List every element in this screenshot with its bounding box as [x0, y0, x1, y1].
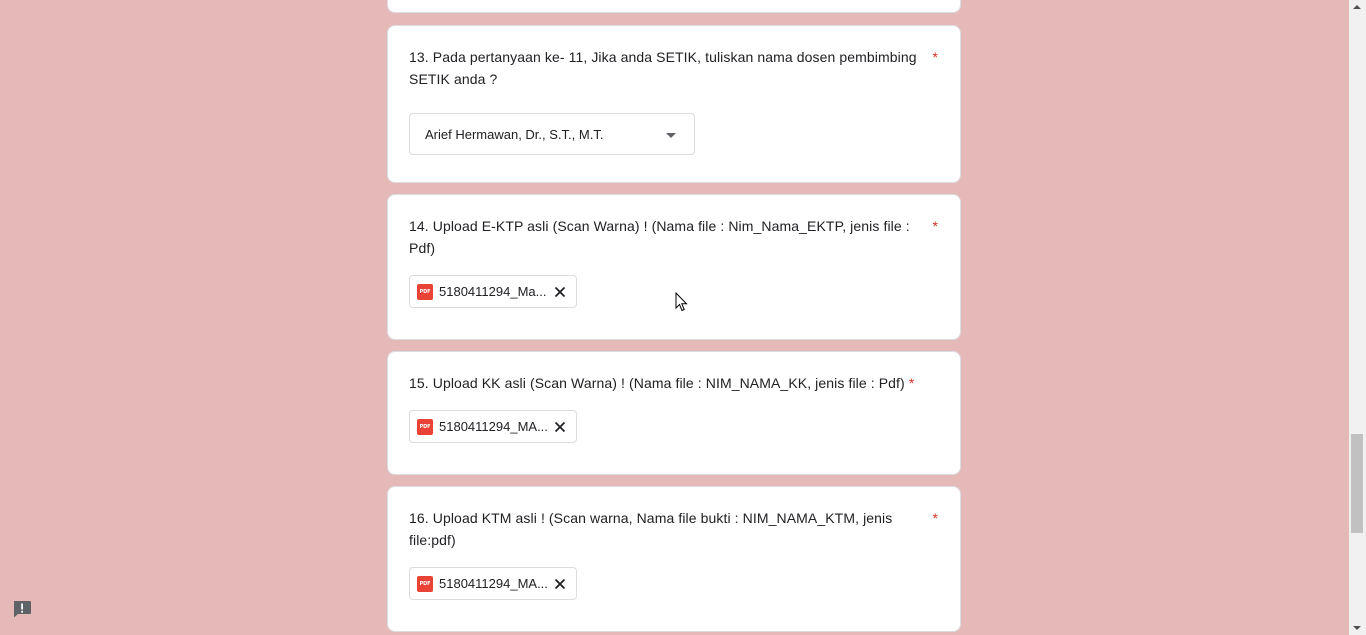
uploaded-file-chip[interactable]: PDF 5180411294_MA...	[409, 567, 577, 600]
uploaded-file-name: 5180411294_MA...	[439, 576, 548, 591]
required-asterisk: *	[932, 510, 938, 526]
uploaded-file-name: 5180411294_Ma...	[439, 284, 547, 299]
remove-file-icon[interactable]	[552, 419, 568, 435]
question-title: 15. Upload KK asli (Scan Warna) ! (Nama …	[409, 372, 949, 394]
dropdown-selected-value: Arief Hermawan, Dr., S.T., M.T.	[425, 126, 604, 142]
uploaded-file-chip[interactable]: PDF 5180411294_MA...	[409, 410, 577, 443]
question-card-15: 15. Upload KK asli (Scan Warna) ! (Nama …	[387, 351, 961, 475]
mouse-cursor-icon	[675, 292, 688, 312]
uploaded-file-chip[interactable]: PDF 5180411294_Ma...	[409, 275, 577, 308]
required-asterisk: *	[932, 218, 938, 234]
remove-file-icon[interactable]	[552, 284, 568, 300]
question-title: 13. Pada pertanyaan ke- 11, Jika anda SE…	[409, 49, 917, 87]
scroll-up-arrow-icon[interactable]	[1353, 5, 1361, 9]
pdf-icon: PDF	[417, 418, 433, 435]
vertical-scrollbar[interactable]	[1349, 0, 1366, 635]
uploaded-file-name: 5180411294_MA...	[439, 419, 548, 434]
question-card-16: 16. Upload KTM asli ! (Scan warna, Nama …	[387, 486, 961, 632]
report-feedback-icon[interactable]	[12, 600, 32, 618]
pdf-icon: PDF	[417, 283, 433, 300]
scrollbar-thumb[interactable]	[1351, 434, 1363, 533]
required-asterisk: *	[908, 375, 915, 391]
pdf-icon: PDF	[417, 575, 433, 592]
dropdown-arrow-icon	[666, 133, 676, 138]
scroll-down-arrow-icon[interactable]	[1353, 626, 1361, 630]
required-asterisk: *	[932, 49, 938, 65]
question-title-text: 15. Upload KK asli (Scan Warna) ! (Nama …	[409, 375, 905, 391]
question-card-13: 13. Pada pertanyaan ke- 11, Jika anda SE…	[387, 25, 961, 183]
question-card-14: 14. Upload E-KTP asli (Scan Warna) ! (Na…	[387, 194, 961, 340]
previous-question-card	[387, 0, 961, 13]
lecturer-dropdown[interactable]: Arief Hermawan, Dr., S.T., M.T.	[409, 113, 695, 155]
question-title: 16. Upload KTM asli ! (Scan warna, Nama …	[409, 510, 893, 548]
question-title: 14. Upload E-KTP asli (Scan Warna) ! (Na…	[409, 218, 910, 256]
remove-file-icon[interactable]	[552, 576, 568, 592]
